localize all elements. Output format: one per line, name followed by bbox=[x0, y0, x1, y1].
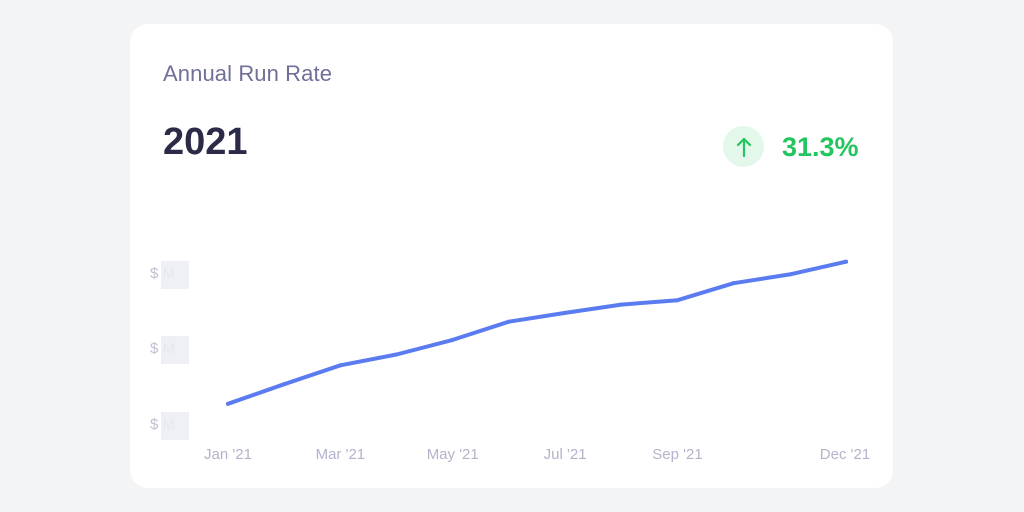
x-tick-label: Jul '21 bbox=[544, 446, 587, 463]
x-tick-label: Dec '21 bbox=[820, 446, 870, 463]
y-tick-label: $ M bbox=[150, 412, 189, 440]
redaction-mask bbox=[161, 261, 189, 289]
y-tick-label: $ M bbox=[150, 261, 189, 289]
data-point bbox=[731, 281, 736, 286]
x-tick-label: Mar '21 bbox=[316, 446, 366, 463]
data-point bbox=[563, 310, 568, 315]
data-point bbox=[282, 382, 287, 387]
data-point bbox=[450, 337, 455, 342]
x-tick-label: Jan '21 bbox=[204, 446, 252, 463]
x-tick-label: May '21 bbox=[427, 446, 479, 463]
data-point bbox=[338, 363, 343, 368]
data-point bbox=[619, 302, 624, 307]
data-point bbox=[394, 352, 399, 357]
data-point bbox=[787, 272, 792, 277]
redaction-mask bbox=[161, 336, 189, 364]
data-point bbox=[675, 298, 680, 303]
x-tick-label: Sep '21 bbox=[652, 446, 702, 463]
redaction-mask bbox=[161, 412, 189, 440]
y-tick-label: $ M bbox=[150, 336, 189, 364]
annual-run-rate-card: Annual Run Rate 2021 31.3% Jan '21 Mar '2… bbox=[130, 24, 893, 488]
series-line bbox=[226, 259, 848, 406]
data-point bbox=[506, 319, 511, 324]
data-point bbox=[226, 401, 230, 406]
line-chart: Jan '21 Mar '21 May '21 Jul '21 Sep '21 Dec '… bbox=[150, 259, 870, 463]
data-point bbox=[844, 259, 848, 264]
